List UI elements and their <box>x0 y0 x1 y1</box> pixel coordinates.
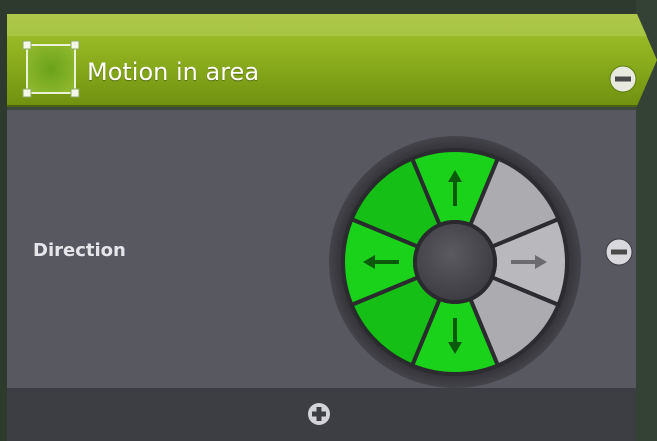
remove-condition-button[interactable] <box>601 234 637 270</box>
header-title: Motion in area <box>87 58 260 86</box>
collapse-button[interactable] <box>605 61 641 97</box>
area-selection-icon <box>22 40 80 98</box>
direction-label: Direction <box>33 240 126 261</box>
condition-header[interactable]: Motion in area <box>7 14 657 110</box>
condition-footer <box>7 388 636 441</box>
direction-dial[interactable] <box>327 134 583 390</box>
background-left <box>0 0 7 441</box>
background-top <box>0 0 657 14</box>
minus-icon <box>609 65 637 93</box>
minus-icon <box>605 238 633 266</box>
add-condition-button[interactable] <box>302 397 336 431</box>
condition-body: Direction <box>7 110 636 388</box>
dial-hub <box>413 220 497 304</box>
plus-icon <box>308 403 330 425</box>
